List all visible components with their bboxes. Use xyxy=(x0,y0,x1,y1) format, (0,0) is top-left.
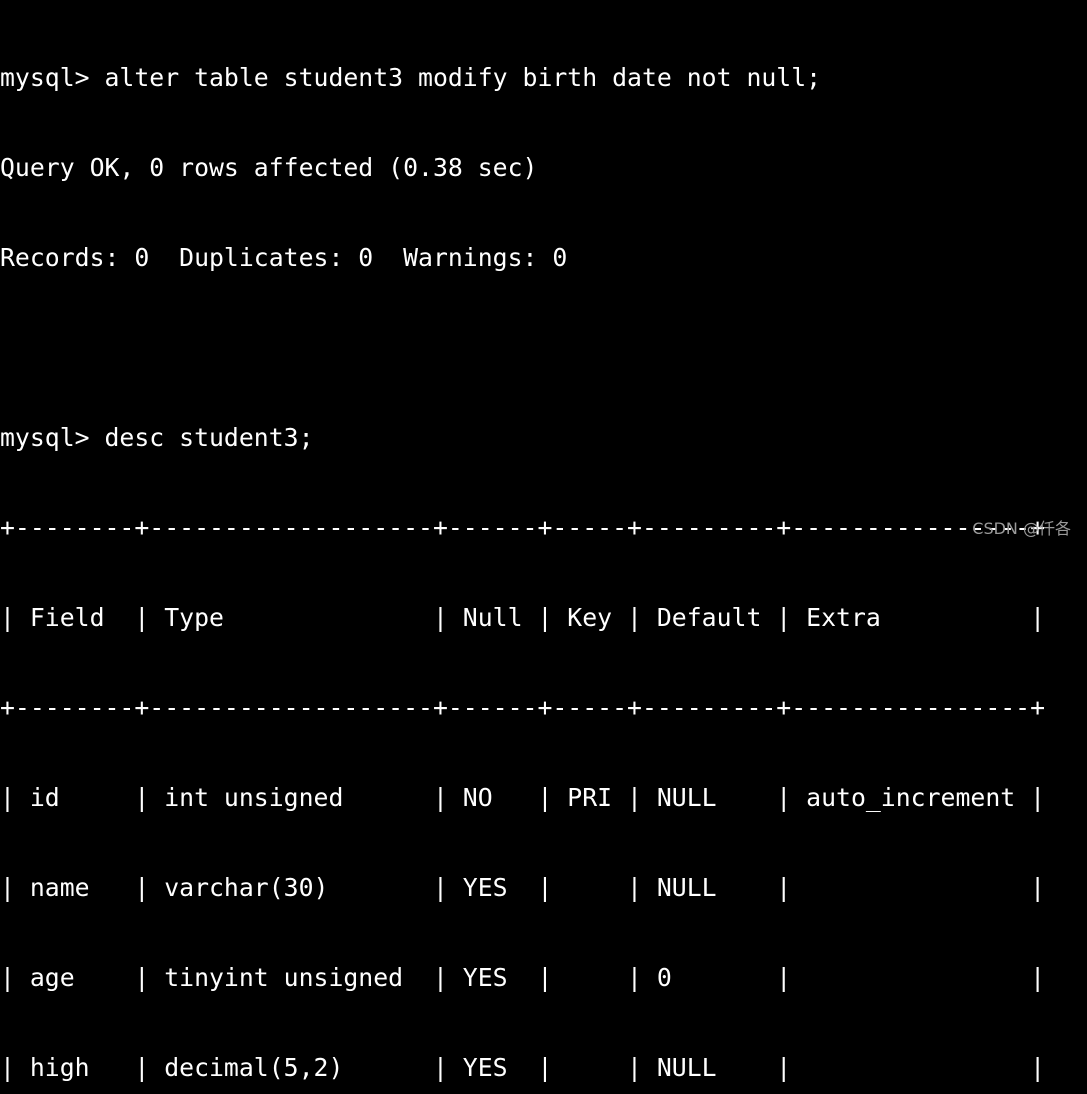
table-row: | id | int unsigned | NO | PRI | NULL | … xyxy=(0,783,1046,812)
table-row: | age | tinyint unsigned | YES | | 0 | | xyxy=(0,963,1046,992)
table-border: +--------+-------------------+------+---… xyxy=(0,693,1046,722)
table-border: +--------+-------------------+------+---… xyxy=(0,513,1046,542)
command-line: mysql> desc student3; xyxy=(0,423,314,452)
table-row: | high | decimal(5,2) | YES | | NULL | | xyxy=(0,1053,1046,1082)
table-header-row: | Field | Type | Null | Key | Default | … xyxy=(0,603,1046,632)
query-result-line: Query OK, 0 rows affected (0.38 sec) xyxy=(0,153,538,182)
watermark: CSDN @仟各 xyxy=(972,519,1071,538)
command-line: mysql> alter table student3 modify birth… xyxy=(0,63,822,92)
table-row: | name | varchar(30) | YES | | NULL | | xyxy=(0,873,1046,902)
terminal-output[interactable]: mysql> alter table student3 modify birth… xyxy=(0,3,1045,1094)
records-summary-line: Records: 0 Duplicates: 0 Warnings: 0 xyxy=(0,243,568,272)
